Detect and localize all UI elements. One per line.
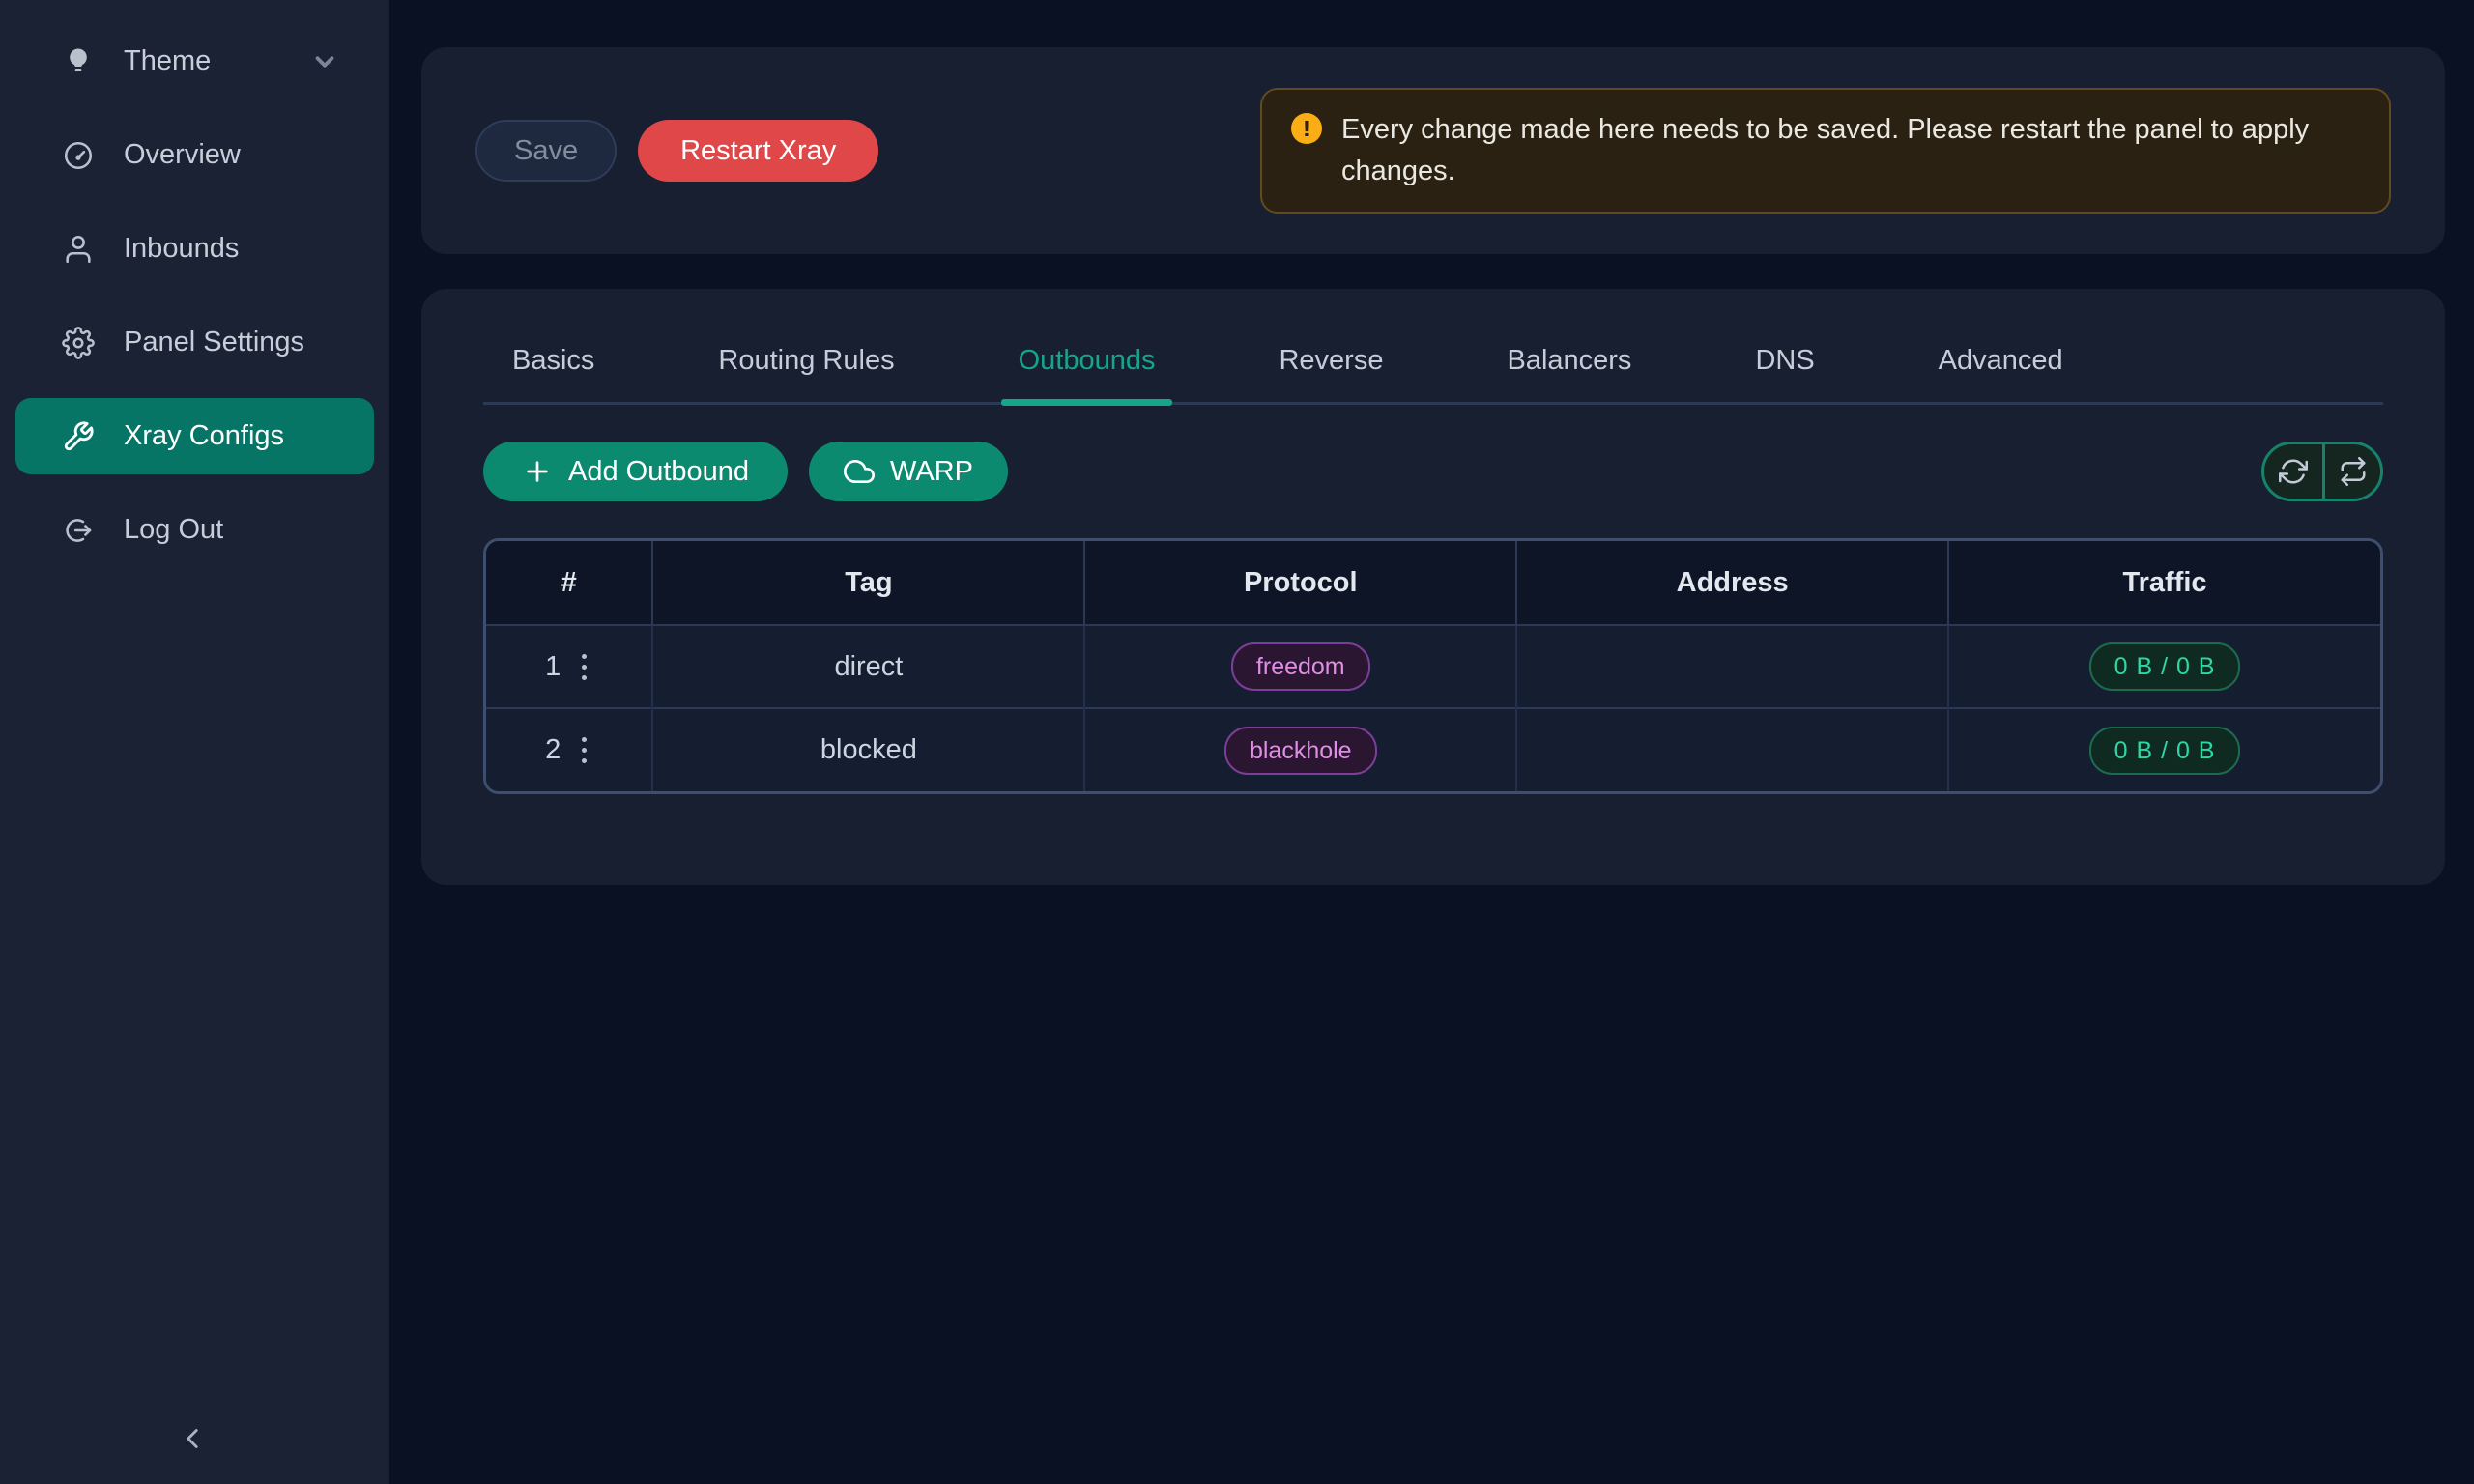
- protocol-badge: freedom: [1231, 642, 1370, 691]
- tag-cell: blocked: [652, 708, 1084, 791]
- protocol-badge: blackhole: [1224, 727, 1377, 775]
- actions-card: Save Restart Xray ! Every change made he…: [421, 47, 2445, 254]
- warp-label: WARP: [890, 456, 973, 488]
- main-content: Save Restart Xray ! Every change made he…: [389, 0, 2474, 885]
- table-row: 2 blocked blackhole 0 B / 0 B: [486, 708, 2380, 791]
- sidebar: Theme Overview Inbounds: [0, 0, 389, 1484]
- gear-icon: [62, 327, 95, 359]
- sidebar-item-theme[interactable]: Theme: [15, 23, 374, 100]
- refresh-button-group: [2261, 442, 2383, 501]
- sidebar-item-inbounds[interactable]: Inbounds: [15, 211, 374, 287]
- traffic-badge: 0 B / 0 B: [2089, 727, 2241, 775]
- table-header-row: # Tag Protocol Address Traffic: [486, 541, 2380, 625]
- address-cell: [1516, 708, 1948, 791]
- cloud-icon: [844, 456, 875, 487]
- repeat-icon: [2339, 457, 2368, 486]
- tag-cell: direct: [652, 625, 1084, 708]
- config-tabs: Basics Routing Rules Outbounds Reverse B…: [483, 289, 2383, 405]
- repeat-button[interactable]: [2322, 444, 2380, 499]
- column-header-address: Address: [1516, 541, 1948, 625]
- row-index: 1: [545, 651, 561, 683]
- sidebar-item-label: Theme: [124, 45, 211, 77]
- add-outbound-label: Add Outbound: [568, 456, 749, 488]
- column-header-tag: Tag: [652, 541, 1084, 625]
- address-cell: [1516, 625, 1948, 708]
- traffic-badge: 0 B / 0 B: [2089, 642, 2241, 691]
- outbounds-table: # Tag Protocol Address Traffic 1: [483, 538, 2383, 794]
- table-row: 1 direct freedom 0 B / 0 B: [486, 625, 2380, 708]
- row-menu-ellipsis-icon[interactable]: [576, 648, 592, 686]
- chevron-left-icon: [176, 1422, 209, 1455]
- save-button[interactable]: Save: [475, 120, 617, 182]
- tab-routing-rules[interactable]: Routing Rules: [701, 345, 911, 402]
- tab-reverse[interactable]: Reverse: [1261, 345, 1400, 402]
- plus-icon: [522, 456, 553, 487]
- restart-xray-button[interactable]: Restart Xray: [638, 120, 878, 182]
- chevron-down-icon: [310, 47, 339, 76]
- sidebar-item-log-out[interactable]: Log Out: [15, 492, 374, 568]
- sidebar-item-label: Inbounds: [124, 233, 239, 265]
- tab-balancers[interactable]: Balancers: [1489, 345, 1649, 402]
- row-menu-ellipsis-icon[interactable]: [576, 731, 592, 769]
- sidebar-item-label: Log Out: [124, 514, 223, 546]
- sidebar-nav: Theme Overview Inbounds: [0, 0, 389, 568]
- user-icon: [62, 233, 95, 266]
- xray-config-card: Basics Routing Rules Outbounds Reverse B…: [421, 289, 2445, 885]
- row-index: 2: [545, 734, 561, 766]
- column-header-traffic: Traffic: [1948, 541, 2380, 625]
- logout-icon: [62, 514, 95, 547]
- tab-dns[interactable]: DNS: [1738, 345, 1831, 402]
- restart-warning-alert: ! Every change made here needs to be sav…: [1260, 88, 2391, 214]
- refresh-icon: [2279, 457, 2308, 486]
- sidebar-item-label: Overview: [124, 139, 241, 171]
- warning-icon: !: [1291, 113, 1322, 144]
- add-outbound-button[interactable]: Add Outbound: [483, 442, 788, 501]
- sidebar-item-xray-configs[interactable]: Xray Configs: [15, 398, 374, 474]
- tab-basics[interactable]: Basics: [495, 345, 612, 402]
- column-header-index: #: [486, 541, 652, 625]
- tab-outbounds[interactable]: Outbounds: [1001, 345, 1173, 402]
- tab-advanced[interactable]: Advanced: [1921, 345, 2081, 402]
- gauge-icon: [62, 139, 95, 172]
- sidebar-item-label: Panel Settings: [124, 327, 304, 358]
- sidebar-item-label: Xray Configs: [124, 420, 284, 452]
- sidebar-item-overview[interactable]: Overview: [15, 117, 374, 193]
- alert-text: Every change made here needs to be saved…: [1341, 109, 2360, 192]
- refresh-button[interactable]: [2264, 444, 2322, 499]
- sidebar-item-panel-settings[interactable]: Panel Settings: [15, 304, 374, 381]
- warp-button[interactable]: WARP: [809, 442, 1008, 501]
- column-header-protocol: Protocol: [1084, 541, 1516, 625]
- bulb-icon: [62, 45, 95, 78]
- outbounds-toolbar: Add Outbound WARP: [483, 442, 2383, 501]
- wrench-icon: [62, 420, 95, 453]
- sidebar-collapse-button[interactable]: [166, 1413, 218, 1465]
